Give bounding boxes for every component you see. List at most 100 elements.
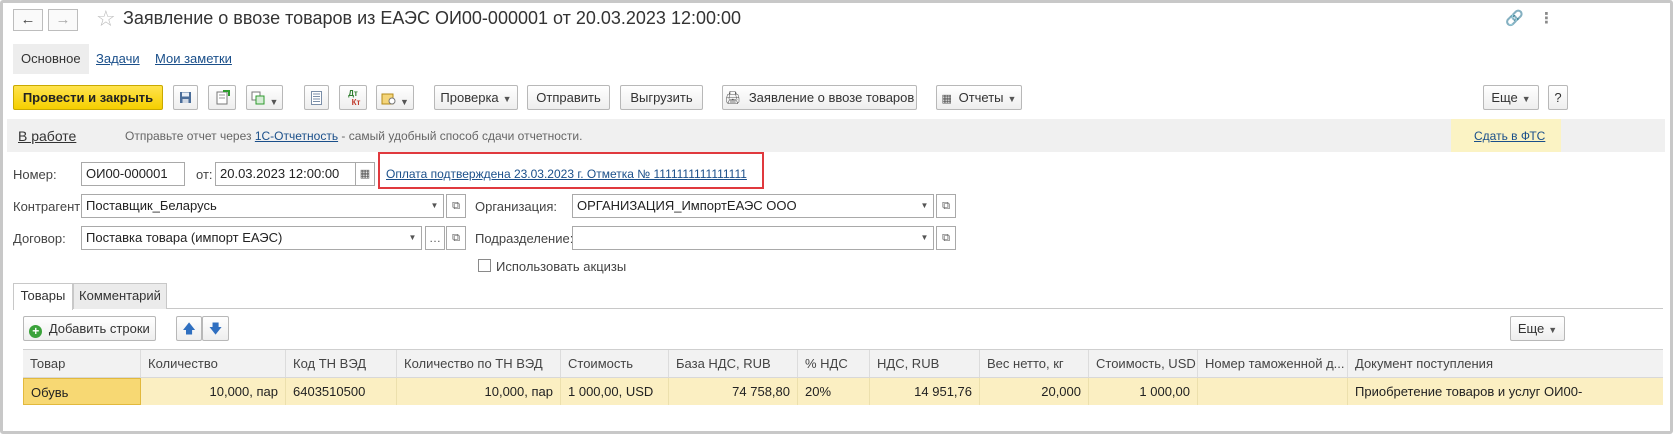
chevron-down-icon: ▼ (1548, 325, 1558, 335)
table-cell[interactable] (1198, 378, 1348, 405)
tab-my-notes[interactable]: Мои заметки (155, 51, 232, 66)
table-cell[interactable]: 1 000,00, USD (561, 378, 669, 405)
link-icon[interactable]: 🔗 (1505, 9, 1524, 27)
chevron-down-icon[interactable]: ▼ (426, 194, 444, 218)
chevron-down-icon: ▼ (400, 97, 409, 107)
chevron-down-icon[interactable]: ▼ (916, 194, 934, 218)
column-header[interactable]: Стоимость (561, 350, 669, 377)
upload-button[interactable]: Выгрузить (620, 85, 703, 110)
table-cell[interactable]: 10,000, пар (397, 378, 561, 405)
report-icon: ▦ (941, 93, 952, 105)
tab-comment[interactable]: Комментарий (73, 283, 167, 309)
document-list-icon (311, 91, 322, 105)
counterparty-field[interactable]: Поставщик_Беларусь (81, 194, 427, 218)
excise-checkbox[interactable] (478, 259, 491, 272)
organization-field[interactable]: ОРГАНИЗАЦИЯ_ИмпортЕАЭС ООО (572, 194, 917, 218)
table-cell[interactable]: 20% (798, 378, 870, 405)
table-cell[interactable]: Обувь (23, 378, 141, 405)
table-cell[interactable]: Приобретение товаров и услуг ОИ00- (1348, 378, 1663, 405)
1c-reporting-link[interactable]: 1С-Отчетность (255, 129, 338, 143)
table-more-button[interactable]: Еще ▼ (1510, 316, 1565, 341)
column-header[interactable]: Код ТН ВЭД (286, 350, 397, 377)
arrow-up-icon: 🡅 (182, 321, 196, 336)
print-statement-button[interactable]: 🖨 Заявление о ввозе товаров (722, 85, 917, 110)
open-icon[interactable]: ⧉ (936, 194, 956, 218)
floppy-disk-icon (180, 92, 191, 103)
chevron-down-icon[interactable]: ▼ (916, 226, 934, 250)
save-button[interactable] (173, 85, 198, 110)
reports-label: Отчеты (958, 90, 1004, 105)
calendar-icon[interactable]: ▦ (355, 162, 375, 186)
column-header[interactable]: % НДС (798, 350, 870, 377)
attachments-button[interactable]: ▼ (376, 85, 414, 110)
department-field[interactable] (572, 226, 917, 250)
check-button[interactable]: Проверка ▼ (434, 85, 518, 110)
post-button[interactable] (208, 85, 236, 110)
table-row[interactable]: Обувь 10,000, пар 6403510500 10,000, пар… (23, 378, 1663, 405)
number-field[interactable]: ОИ00-000001 (81, 162, 185, 186)
arrow-down-icon: 🡇 (208, 321, 223, 336)
contract-label: Договор: (13, 231, 66, 246)
arrow-right-icon: → (55, 11, 71, 28)
back-button[interactable]: ← (13, 9, 43, 31)
table-more-label: Еще (1517, 321, 1545, 336)
column-header[interactable]: База НДС, RUB (669, 350, 798, 377)
table-cell[interactable]: 14 951,76 (870, 378, 980, 405)
post-and-close-button[interactable]: Провести и закрыть (13, 85, 163, 110)
window-title: Заявление о ввозе товаров из ЕАЭС ОИ00-0… (123, 8, 742, 28)
dt-kt-button[interactable]: Дт Кт (339, 85, 367, 110)
table-cell[interactable]: 20,000 (980, 378, 1089, 405)
tabs-divider (13, 308, 1663, 309)
chevron-down-icon: ▼ (1521, 94, 1531, 104)
print-statement-label: Заявление о ввозе товаров (748, 90, 915, 105)
hint-suffix: - самый удобный способ сдачи отчетности. (338, 129, 583, 143)
arrow-left-icon: ← (20, 11, 36, 28)
column-header[interactable]: Товар (23, 350, 141, 377)
add-rows-button[interactable]: + Добавить строки (23, 316, 156, 341)
chevron-down-icon: ▼ (1007, 94, 1017, 104)
vertical-dots-icon[interactable]: ⋮ (1539, 9, 1554, 27)
help-button[interactable]: ? (1548, 85, 1568, 110)
list-button[interactable] (304, 85, 329, 110)
add-icon: + (29, 325, 43, 338)
column-header[interactable]: Количество (141, 350, 286, 377)
open-icon[interactable]: ⧉ (446, 194, 466, 218)
date-field[interactable]: 20.03.2023 12:00:00 (215, 162, 356, 186)
table-cell[interactable]: 10,000, пар (141, 378, 286, 405)
column-header[interactable]: Стоимость, USD (1089, 350, 1198, 377)
table-cell[interactable]: 74 758,80 (669, 378, 798, 405)
reports-button[interactable]: ▦ Отчеты ▼ (936, 85, 1022, 110)
column-header[interactable]: Вес нетто, кг (980, 350, 1089, 377)
tab-goods[interactable]: Товары (13, 283, 73, 310)
tab-tasks[interactable]: Задачи (96, 51, 140, 66)
tab-main[interactable]: Основное (13, 44, 89, 74)
create-based-on-button[interactable]: ▼ (246, 85, 283, 110)
kt-label: Кт (351, 98, 361, 107)
star-icon[interactable]: ☆ (96, 6, 116, 32)
status-link[interactable]: В работе (18, 128, 76, 144)
submit-to-fts-link[interactable]: Сдать в ФТС (1474, 129, 1545, 143)
table-header: Товар Количество Код ТН ВЭД Количество п… (23, 349, 1663, 378)
column-header[interactable]: Номер таможенной д... (1198, 350, 1348, 377)
counterparty-label: Контрагент: (13, 199, 84, 214)
table-cell[interactable]: 6403510500 (286, 378, 397, 405)
move-down-button[interactable]: 🡇 (202, 316, 229, 341)
status-hint: Отправьте отчет через 1С-Отчетность - са… (125, 129, 582, 143)
post-document-icon (216, 90, 230, 105)
chevron-down-icon[interactable]: ▼ (404, 226, 422, 250)
column-header[interactable]: Документ поступления (1348, 350, 1663, 377)
contract-field[interactable]: Поставка товара (импорт ЕАЭС) (81, 226, 405, 250)
move-up-button[interactable]: 🡅 (176, 316, 202, 341)
send-button[interactable]: Отправить (527, 85, 610, 110)
select-ellipsis-icon[interactable]: … (425, 226, 445, 250)
column-header[interactable]: Количество по ТН ВЭД (397, 350, 561, 377)
open-icon[interactable]: ⧉ (936, 226, 956, 250)
more-button[interactable]: Еще ▼ (1483, 85, 1539, 110)
table-cell[interactable]: 1 000,00 (1089, 378, 1198, 405)
payment-confirmed-link[interactable]: Оплата подтверждена 23.03.2023 г. Отметк… (386, 167, 747, 181)
department-label: Подразделение: (475, 231, 574, 246)
column-header[interactable]: НДС, RUB (870, 350, 980, 377)
forward-button[interactable]: → (48, 9, 78, 31)
open-icon[interactable]: ⧉ (446, 226, 466, 250)
create-based-on-icon (251, 91, 265, 105)
